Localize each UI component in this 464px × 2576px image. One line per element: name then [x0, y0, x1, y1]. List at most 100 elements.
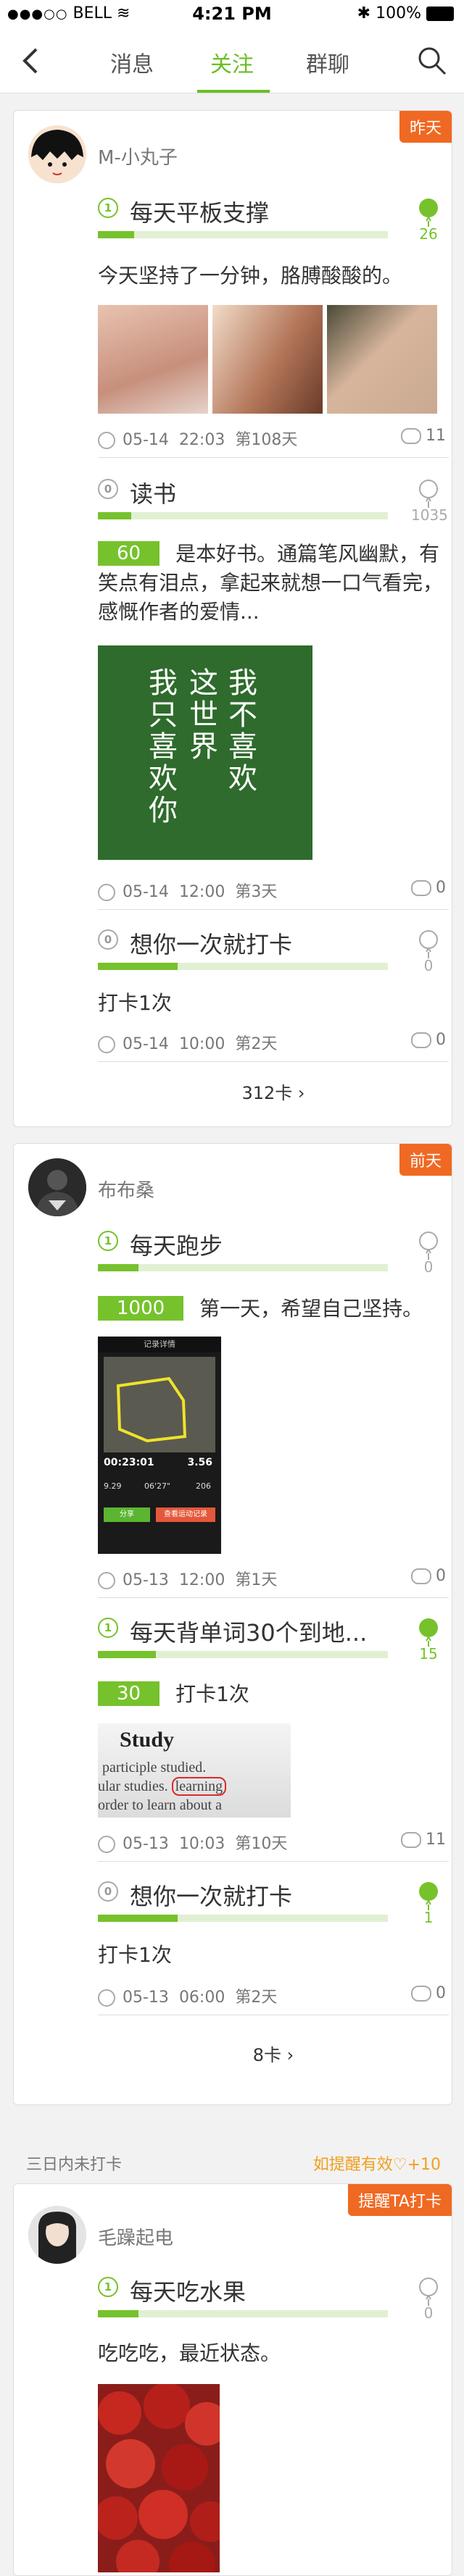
goal-header[interactable]: 0 读书 1035	[98, 476, 448, 525]
username[interactable]: M-小丸子	[98, 143, 178, 170]
goal-title[interactable]: 想你一次就打卡	[130, 1878, 292, 1912]
post-time: 22:03	[178, 431, 225, 449]
like-balloon-icon[interactable]	[417, 929, 440, 958]
like-count: 1	[423, 1909, 434, 1926]
username[interactable]: 毛躁起电	[98, 2223, 173, 2250]
comment-icon	[411, 1032, 431, 1048]
like-balloon-icon[interactable]	[417, 198, 440, 227]
post-text: 30 打卡1次	[98, 1680, 446, 1709]
comment-icon	[401, 1832, 421, 1848]
run-duration: 00:23:01	[104, 1457, 154, 1468]
clock-icon	[98, 1836, 115, 1853]
post-photo[interactable]	[327, 305, 437, 414]
like-count: 0	[423, 1258, 434, 1276]
checkin-value-tag: 30	[98, 1681, 160, 1706]
more-checkins-link[interactable]: 312卡 ›	[98, 1079, 449, 1104]
post-date: 05-14	[123, 431, 169, 449]
clock-icon	[98, 1036, 115, 1053]
comment-count[interactable]: 0	[411, 879, 446, 897]
like-count: 1035	[411, 506, 448, 524]
battery-percent: 100%	[376, 4, 421, 22]
date-badge: 前天	[399, 1144, 452, 1176]
goal-progress-bar	[98, 1915, 388, 1922]
like-count: 15	[419, 1645, 438, 1663]
comment-count[interactable]: 0	[411, 1984, 446, 2002]
divider	[98, 457, 449, 458]
fruit-photo[interactable]	[98, 2384, 220, 2572]
comment-icon	[411, 1568, 431, 1584]
section-label: 三日内未打卡	[26, 2156, 123, 2174]
goal-header[interactable]: 1 每天吃水果 0	[98, 2277, 446, 2323]
medal-icon: 0	[98, 929, 118, 950]
avatar[interactable]	[28, 1158, 86, 1216]
avatar[interactable]	[28, 2206, 86, 2264]
feed-card: 布布桑 前天 1 每天跑步 0 1000 第一天，希望自己坚持。 记录详情 00:…	[13, 1143, 452, 2105]
tab-group-chat[interactable]: 群聊	[306, 46, 349, 78]
run-share-button: 分享	[104, 1507, 150, 1522]
post-time: 10:03	[178, 1835, 225, 1853]
tab-messages[interactable]: 消息	[110, 46, 154, 78]
run-pace: 9.29	[104, 1481, 122, 1491]
comment-count[interactable]: 0	[411, 1567, 446, 1585]
medal-icon: 0	[98, 479, 118, 499]
post-date: 05-13	[123, 1835, 169, 1853]
map-area	[104, 1357, 215, 1452]
comment-count[interactable]: 0	[411, 1031, 446, 1049]
goal-title[interactable]: 每天吃水果	[130, 2274, 246, 2307]
goal-title[interactable]: 每天跑步	[130, 1228, 223, 1261]
run-screenshot-photo[interactable]: 记录详情 00:23:01 3.56 9.29 06'27" 206 分享 查看…	[98, 1337, 221, 1554]
study-photo[interactable]: Study participle studied. ular studies. …	[98, 1723, 291, 1818]
avatar[interactable]	[28, 125, 86, 183]
post-text: 1000 第一天，希望自己坚持。	[98, 1295, 446, 1323]
goal-header[interactable]: 0 想你一次就打卡 1	[98, 1881, 446, 1928]
comment-icon	[401, 428, 421, 444]
status-bar: ●●●○○ BELL ≋ 4:21 PM ✱ 100%	[0, 0, 464, 29]
like-balloon-icon[interactable]	[417, 1231, 440, 1260]
route-map	[116, 1376, 187, 1443]
post-day-count: 第108天	[235, 431, 298, 449]
like-balloon-icon[interactable]	[417, 2277, 440, 2306]
goal-header[interactable]: 0 想你一次就打卡 0	[98, 929, 446, 976]
goal-header[interactable]: 1 每天跑步 0	[98, 1231, 446, 1277]
post-text: 打卡1次	[98, 1943, 172, 1967]
goal-title[interactable]: 读书	[130, 476, 176, 509]
feed-card: 毛躁起电 提醒TA打卡 1 每天吃水果 0 吃吃吃，最近状态。	[13, 2183, 452, 2576]
post-meta: 05-14 10:00 第2天 0	[98, 1031, 446, 1054]
medal-icon: 1	[98, 2277, 118, 2297]
goal-header[interactable]: 1 每天背单词30个到地... 15	[98, 1618, 446, 1664]
avatar-image	[28, 125, 86, 183]
goal-progress-bar	[98, 1651, 388, 1658]
tab-following[interactable]: 关注	[210, 46, 254, 78]
like-count: 0	[423, 2304, 434, 2322]
reminder-hint[interactable]: 如提醒有效♡+10	[313, 2151, 441, 2175]
search-icon[interactable]	[416, 45, 448, 77]
post-photo[interactable]	[98, 305, 208, 414]
run-records-button: 查看运动记录	[156, 1507, 215, 1522]
comment-count[interactable]: 11	[401, 427, 446, 445]
remind-button[interactable]: 提醒TA打卡	[348, 2184, 452, 2216]
more-checkins-link[interactable]: 8卡 ›	[98, 2041, 449, 2066]
goal-title[interactable]: 想你一次就打卡	[130, 927, 292, 960]
active-tab-indicator	[197, 90, 270, 93]
goal-title[interactable]: 每天平板支撑	[130, 195, 269, 228]
post-photo[interactable]	[212, 305, 323, 414]
username[interactable]: 布布桑	[98, 1176, 154, 1203]
book-cover-photo[interactable]: 我不喜欢 这世界 我只喜欢你	[98, 645, 312, 860]
divider	[98, 909, 449, 910]
goal-header[interactable]: 1 每天平板支撑 26	[98, 198, 446, 244]
like-balloon-icon[interactable]	[417, 1881, 440, 1910]
back-arrow-icon[interactable]	[17, 45, 46, 77]
like-balloon-icon[interactable]	[417, 1618, 440, 1647]
post-day-count: 第10天	[235, 1835, 288, 1853]
post-meta: 05-13 10:03 第10天 11	[98, 1831, 446, 1854]
clock-icon	[98, 1572, 115, 1589]
run-calories: 206	[196, 1481, 211, 1491]
comment-count[interactable]: 11	[401, 1831, 446, 1849]
date-badge: 昨天	[399, 111, 452, 143]
goal-title[interactable]: 每天背单词30个到地...	[130, 1615, 367, 1648]
avatar-image	[28, 2206, 86, 2264]
divider	[98, 1061, 449, 1062]
divider	[98, 1861, 449, 1862]
post-meta: 05-14 22:03 第108天 11	[98, 427, 446, 450]
like-balloon-icon[interactable]	[417, 479, 440, 508]
